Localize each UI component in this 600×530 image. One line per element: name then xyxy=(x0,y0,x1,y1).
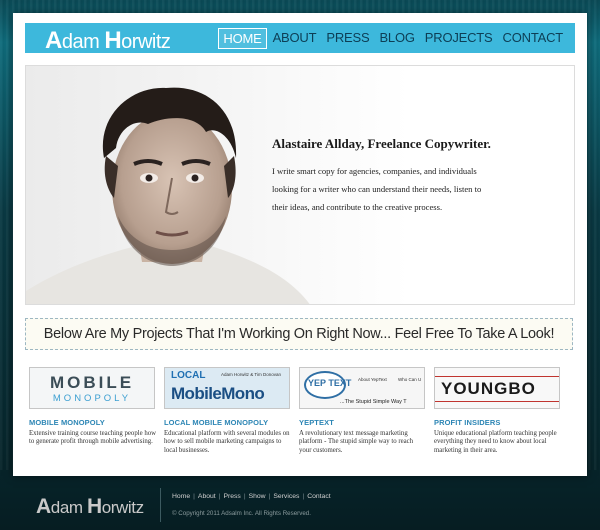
project-description: A revolutionary text message marketing p… xyxy=(299,430,414,454)
nav-blog[interactable]: BLOG xyxy=(375,28,418,49)
project-thumb-profit-insiders[interactable]: YOUNGBO xyxy=(434,367,560,409)
thumb-text: YOUNGBO xyxy=(441,379,536,398)
project-card-local-mobile-monopoly: LOCAL Adam Horwitz & Tim Donovan MobileM… xyxy=(164,367,292,455)
footer-link-services[interactable]: Services xyxy=(273,493,299,500)
project-title[interactable]: MOBILE MONOPOLY xyxy=(29,418,157,427)
page-container: Adam Horwitz HOME ABOUT PRESS BLOG PROJE… xyxy=(13,13,587,476)
main-nav: HOME ABOUT PRESS BLOG PROJECTS CONTACT xyxy=(218,28,567,49)
project-card-mobile-monopoly: MOBILE MONOPOLY MOBILE MONOPOLY Extensiv… xyxy=(29,367,157,447)
thumb-subtext: MONOPOLY xyxy=(52,393,132,404)
nav-press[interactable]: PRESS xyxy=(322,28,373,49)
project-thumb-local-mobile-monopoly[interactable]: LOCAL Adam Horwitz & Tim Donovan MobileM… xyxy=(164,367,290,409)
thumb-text: LOCAL xyxy=(171,370,206,381)
project-description: Unique educational platform teaching peo… xyxy=(434,430,557,454)
projects-banner: Below Are My Projects That I'm Working O… xyxy=(25,318,573,350)
footer-link-show[interactable]: Show xyxy=(249,493,266,500)
nav-about[interactable]: ABOUT xyxy=(269,28,321,49)
project-card-yeptext: YEP TEXT About YepText Who Can U ...The … xyxy=(299,367,427,455)
site-logo[interactable]: Adam Horwitz xyxy=(45,27,171,55)
footer-divider xyxy=(160,488,161,522)
project-description: Extensive training course teaching peopl… xyxy=(29,430,157,446)
thumb-link: About YepText xyxy=(358,377,387,382)
project-card-profit-insiders: YOUNGBO PROFIT INSIDERS Unique education… xyxy=(434,367,562,455)
nav-home[interactable]: HOME xyxy=(218,28,267,49)
thumb-tagline: ...The Stupid Simple Way T xyxy=(340,399,407,405)
hero-section: Alastaire Allday, Freelance Copywriter. … xyxy=(25,65,575,305)
hero-title: Alastaire Allday, Freelance Copywriter. xyxy=(272,136,491,151)
footer-link-press[interactable]: Press xyxy=(223,493,240,500)
project-thumb-mobile-monopoly[interactable]: MOBILE MONOPOLY xyxy=(29,367,155,409)
project-thumb-yeptext[interactable]: YEP TEXT About YepText Who Can U ...The … xyxy=(299,367,425,409)
project-description: Educational platform with several module… xyxy=(164,430,290,454)
thumb-byline: Adam Horwitz & Tim Donovan xyxy=(221,372,282,377)
thumb-text: YEP TEXT xyxy=(308,378,352,388)
thumb-text: MOBILE xyxy=(49,373,135,392)
footer-link-about[interactable]: About xyxy=(198,493,216,500)
project-title[interactable]: YEPTEXT xyxy=(299,418,427,427)
hero-description: I write smart copy for agencies, compani… xyxy=(272,166,482,212)
footer-nav: Home | About | Press | Show | Services |… xyxy=(172,493,331,500)
footer-copyright: © Copyright 2011 Adsalm Inc. All Rights … xyxy=(172,510,311,517)
thumb-subtext: MobileMono xyxy=(171,384,265,403)
thumb-link: Who Can U xyxy=(398,377,422,382)
project-title[interactable]: LOCAL MOBILE MONOPOLY xyxy=(164,418,292,427)
header-bar: Adam Horwitz HOME ABOUT PRESS BLOG PROJE… xyxy=(25,23,575,55)
nav-projects[interactable]: PROJECTS xyxy=(421,28,497,49)
footer-link-contact[interactable]: Contact xyxy=(307,493,330,500)
footer-link-home[interactable]: Home xyxy=(172,493,190,500)
project-title[interactable]: PROFIT INSIDERS xyxy=(434,418,562,427)
footer-logo[interactable]: Adam Horwitz xyxy=(36,495,144,519)
nav-contact[interactable]: CONTACT xyxy=(499,28,567,49)
banner-text: Below Are My Projects That I'm Working O… xyxy=(43,326,555,342)
